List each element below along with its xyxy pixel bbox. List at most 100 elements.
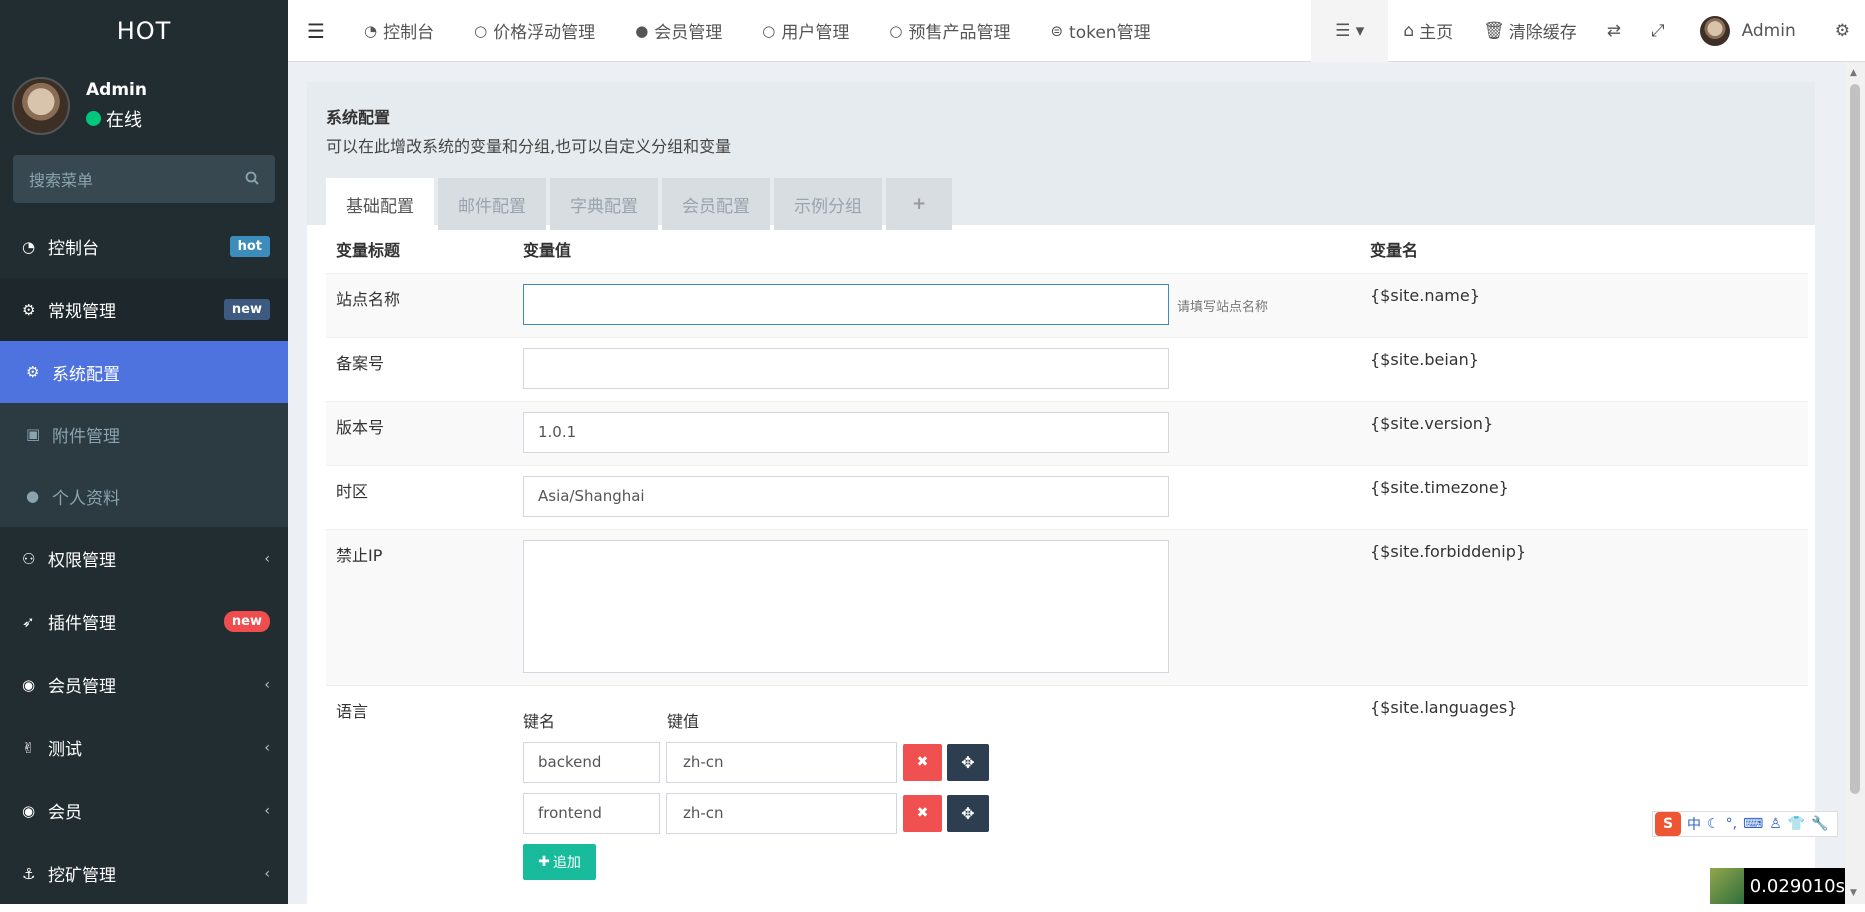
forbidden-ip-textarea[interactable] — [523, 539, 1169, 673]
avatar — [12, 76, 70, 135]
chevron-left-icon: ‹ — [264, 676, 270, 693]
hot-badge: hot — [229, 236, 270, 257]
add-tab-button[interactable]: + — [886, 178, 953, 230]
tab-dictionary[interactable]: 字典配置 — [550, 178, 658, 230]
search-input[interactable]: 搜索菜单 — [13, 155, 275, 203]
sidebar-item-attachments[interactable]: ▣ 附件管理 — [0, 403, 288, 465]
close-icon: ✖ — [916, 754, 929, 770]
sidebar-item-permissions[interactable]: ⚇ 权限管理 ‹ — [0, 527, 288, 590]
sidebar-item-member[interactable]: ◉ 会员 ‹ — [0, 779, 288, 842]
scroll-down-icon[interactable]: ▼ — [1850, 888, 1857, 898]
top-link-dashboard[interactable]: ◔ 控制台 — [344, 0, 454, 62]
row-value-cell: 1.0.1 — [513, 400, 1360, 465]
arrows-icon: ✥ — [961, 752, 975, 772]
sidebar-item-members[interactable]: ◉ 会员管理 ‹ — [0, 653, 288, 716]
nav-dropdown-button[interactable]: ☰ ▾ — [1311, 0, 1389, 62]
row-title: 时区 — [326, 464, 513, 529]
dashboard-icon: ◔ — [22, 237, 36, 256]
top-link-label: 控制台 — [383, 23, 435, 43]
sidebar-item-label: 挖矿管理 — [48, 866, 116, 886]
clear-cache-button[interactable]: 🗑 清除缓存 — [1468, 0, 1592, 62]
row-title: 禁止IP — [326, 528, 513, 685]
top-link-users[interactable]: ○ 用户管理 — [742, 0, 869, 62]
page-description: 可以在此增改系统的变量和分组,也可以自定义分组和变量 — [326, 137, 732, 156]
top-link-members[interactable]: ● 会员管理 — [615, 0, 742, 62]
settings-button[interactable]: ⚙ — [1811, 0, 1865, 62]
sidebar-item-test[interactable]: ✌ 测试 ‹ — [0, 716, 288, 779]
scroll-thumb[interactable] — [1850, 84, 1860, 794]
version-input[interactable]: 1.0.1 — [523, 411, 1169, 453]
trash-icon: 🗑 — [1483, 20, 1505, 41]
tab-basic[interactable]: 基础配置 — [326, 178, 434, 230]
remove-entry-button[interactable]: ✖ — [903, 743, 942, 781]
home-link[interactable]: ⌂ 主页 — [1388, 0, 1468, 62]
tab-example[interactable]: 示例分组 — [774, 178, 882, 230]
append-button[interactable]: ✚ 追加 — [523, 843, 596, 880]
drag-handle-button[interactable]: ✥ — [947, 794, 989, 832]
punctuation-icon[interactable]: °, — [1726, 816, 1737, 832]
main-content: 系统配置 可以在此增改系统的变量和分组,也可以自定义分组和变量 基础配置 邮件配… — [288, 62, 1845, 912]
dashboard-icon: ◔ — [364, 21, 378, 40]
chevron-left-icon: ‹ — [264, 802, 270, 819]
sogou-icon[interactable]: S — [1655, 812, 1681, 836]
fullscreen-button[interactable]: ⤢ — [1636, 0, 1680, 62]
top-navbar: ☰ ◔ 控制台 ○ 价格浮动管理 ● 会员管理 ○ 用户管理 ○ 预售产品管理 … — [288, 0, 1865, 62]
ime-mode[interactable]: 中 — [1687, 814, 1701, 834]
column-header-value: 变量值 — [513, 225, 1360, 274]
user-name: Admin — [86, 79, 147, 100]
page-scrollbar[interactable]: ▲ ▼ — [1845, 62, 1865, 904]
sidebar-item-general[interactable]: ⚙ 常规管理 new — [0, 278, 288, 341]
sidebar-item-dashboard[interactable]: ◔ 控制台 hot — [0, 215, 288, 278]
top-link-label: token管理 — [1069, 23, 1151, 43]
arrows-icon: ✥ — [961, 803, 975, 823]
site-name-hint: 请填写站点名称 — [1177, 299, 1269, 315]
row-value-cell — [513, 528, 1360, 685]
table-row: 站点名称 请填写站点名称 {$site.name} — [326, 272, 1808, 337]
online-dot-icon — [86, 111, 101, 126]
tab-member[interactable]: 会员配置 — [662, 178, 770, 230]
chevron-left-icon: ‹ — [264, 739, 270, 756]
language-switch-button[interactable]: ⇄ — [1592, 0, 1636, 62]
wrench-icon[interactable]: 🔧 — [1811, 816, 1828, 832]
brand-logo[interactable]: HOT — [0, 0, 288, 62]
top-link-presale[interactable]: ○ 预售产品管理 — [869, 0, 1030, 62]
row-title: 站点名称 — [326, 272, 513, 337]
beian-input[interactable] — [523, 347, 1169, 389]
shirt-icon[interactable]: 👕 — [1788, 816, 1805, 832]
sidebar-item-profile[interactable]: ● 个人资料 — [0, 465, 288, 527]
user-icon[interactable]: ♙ — [1769, 816, 1782, 832]
row-value-cell: Asia/Shanghai — [513, 464, 1360, 529]
keyboard-icon[interactable]: ⌨ — [1743, 816, 1763, 832]
avatar — [1699, 15, 1730, 46]
scroll-up-icon[interactable]: ▲ — [1850, 68, 1857, 78]
language-key-input[interactable]: backend — [523, 741, 660, 783]
translate-icon: ⇄ — [1606, 20, 1621, 41]
language-key-input[interactable]: frontend — [523, 792, 660, 834]
language-key-header: 键名 — [523, 711, 556, 731]
perf-indicator: 0.029010s — [1710, 868, 1845, 904]
language-entry: backend zh-cn ✖ ✥ — [523, 741, 1350, 783]
table-row: 语言 键名 键值 backend zh-cn ✖ ✥ frontend zh-c… — [326, 684, 1808, 892]
top-link-label: 用户管理 — [781, 23, 850, 43]
moon-icon[interactable]: ☾ — [1707, 816, 1720, 832]
top-link-token[interactable]: ⊜ token管理 — [1030, 0, 1170, 62]
sidebar-item-label: 会员管理 — [48, 677, 116, 697]
sidebar-item-mining[interactable]: ⚓ 挖矿管理 ‹ — [0, 842, 288, 904]
site-name-input[interactable] — [523, 283, 1169, 325]
language-headers: 键名 键值 — [523, 708, 1350, 732]
language-value-input[interactable]: zh-cn — [666, 741, 897, 783]
language-value-input[interactable]: zh-cn — [666, 792, 897, 834]
drag-handle-button[interactable]: ✥ — [947, 743, 989, 781]
tab-email[interactable]: 邮件配置 — [438, 178, 546, 230]
sidebar-item-plugins[interactable]: ➶ 插件管理 new — [0, 590, 288, 653]
timezone-input[interactable]: Asia/Shanghai — [523, 475, 1169, 517]
column-header-name: 变量名 — [1360, 225, 1808, 274]
search-icon[interactable] — [245, 170, 259, 189]
menu-toggle-icon[interactable]: ☰ — [288, 19, 344, 43]
sidebar-item-label: 会员 — [48, 803, 82, 823]
user-circle-icon: ◉ — [22, 675, 36, 694]
remove-entry-button[interactable]: ✖ — [903, 794, 942, 832]
sidebar-item-system-config[interactable]: ⚙ 系统配置 — [0, 341, 288, 403]
top-link-price-float[interactable]: ○ 价格浮动管理 — [454, 0, 615, 62]
user-menu[interactable]: Admin — [1680, 0, 1811, 62]
